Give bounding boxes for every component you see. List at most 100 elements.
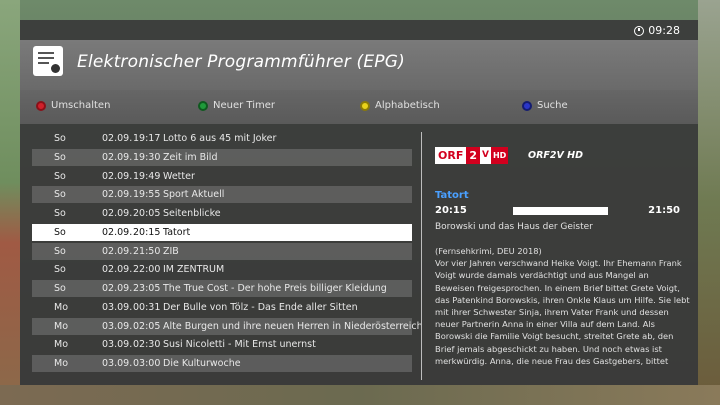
program-day: So — [54, 283, 66, 294]
green-key-label: Neuer Timer — [213, 100, 275, 111]
program-title: Seitenblicke — [163, 208, 221, 219]
program-day: Mo — [54, 320, 69, 332]
program-date: 02.09. — [102, 208, 133, 219]
background-bottom — [0, 385, 720, 405]
program-day: So — [54, 208, 66, 219]
program-day: Mo — [54, 339, 69, 351]
program-day: So — [54, 245, 66, 257]
program-subtitle: Borowski und das Haus der Geister — [435, 222, 593, 232]
yellow-button-icon — [360, 100, 370, 111]
program-time: 19:49 — [133, 170, 161, 182]
program-title: Zeit im Bild — [163, 151, 218, 163]
green-button-icon — [198, 100, 208, 111]
yellow-key-alphabetical[interactable]: Alphabetisch — [360, 100, 440, 111]
program-row[interactable]: So 02.09. 23:05 The True Cost - Der hohe Pr… — [32, 280, 412, 297]
program-date: 02.09. — [102, 189, 133, 201]
program-row-selected[interactable]: So 02.09. 20:15 Tatort — [32, 223, 412, 241]
program-title: Der Bulle von Tölz - Das Ende aller Sitt… — [163, 301, 358, 313]
program-date: 02.09. — [102, 245, 133, 257]
background-left — [0, 0, 20, 405]
program-end-time: 21:50 — [648, 205, 680, 216]
program-row[interactable]: So 02.09. 20:05 Seitenblicke — [32, 205, 412, 222]
yellow-key-label: Alphabetisch — [375, 100, 440, 111]
header: Elektronischer Programmführer (EPG) — [20, 40, 698, 90]
program-row[interactable]: Mo 03.09. 00:31 Der Bulle von Tölz - Das En… — [32, 299, 412, 316]
green-key-new-timer[interactable]: Neuer Timer — [198, 100, 275, 111]
program-day: So — [54, 189, 66, 201]
program-time: 19:55 — [133, 189, 161, 201]
program-time: 22:00 — [133, 264, 161, 276]
clock: 09:28 — [634, 24, 680, 37]
program-row[interactable]: So 02.09. 19:17 Lotto 6 aus 45 mit Joker — [32, 130, 412, 147]
clock-icon — [634, 25, 645, 36]
blue-key-label: Suche — [537, 100, 568, 111]
clock-time: 09:28 — [648, 24, 680, 37]
color-key-bar: Umschalten Neuer Timer Alphabetisch Such… — [20, 90, 698, 124]
logo-hd: HD — [490, 147, 509, 164]
program-row[interactable]: So 02.09. 21:50 ZIB — [32, 242, 412, 260]
page-title: Elektronischer Programmführer (EPG) — [77, 52, 405, 72]
program-date: 02.09. — [102, 283, 133, 294]
program-time: 02:05 — [133, 320, 161, 332]
program-row[interactable]: Mo 03.09. 03:00 Die Kulturwoche — [32, 355, 412, 372]
program-title: ZIB — [163, 245, 179, 257]
program-start-time: 20:15 — [435, 205, 467, 216]
program-day: So — [54, 133, 66, 144]
program-row[interactable]: Mo 03.09. 02:05 Alte Burgen und ihre neuen … — [32, 317, 423, 335]
program-title: Tatort — [163, 226, 191, 238]
program-time: 20:15 — [133, 226, 161, 238]
red-button-icon — [36, 100, 46, 111]
logo-number: 2 — [466, 147, 480, 164]
logo-orf: ORF — [435, 147, 467, 164]
program-row[interactable]: So 02.09. 19:55 Sport Aktuell — [32, 186, 412, 204]
program-title: Die Kulturwoche — [163, 358, 241, 369]
program-time: 03:00 — [133, 358, 161, 369]
program-date: 03.09. — [102, 301, 133, 313]
program-time: 23:05 — [133, 283, 161, 294]
program-day: So — [54, 151, 66, 163]
epg-icon — [33, 46, 63, 76]
channel-name: ORF2V HD — [528, 150, 583, 161]
program-day: So — [54, 226, 66, 238]
program-time: 00:31 — [133, 301, 161, 313]
program-date: 02.09. — [102, 133, 133, 144]
program-title: Alte Burgen und ihre neuen Herren in Nie… — [163, 320, 423, 332]
program-description: (Fernsehkrimi, DEU 2018) Vor vier Jahren… — [435, 246, 690, 366]
program-list: So 02.09. 19:17 Lotto 6 aus 45 mit Joker So 0… — [32, 130, 423, 374]
program-date: 03.09. — [102, 358, 133, 369]
program-title: IM ZENTRUM — [163, 264, 225, 276]
divider — [421, 132, 422, 380]
program-title: Susi Nicoletti - Mit Ernst unernst — [163, 339, 316, 351]
program-row[interactable]: Mo 03.09. 02:30 Susi Nicoletti - Mit Ernst … — [32, 336, 412, 353]
program-time: 20:05 — [133, 208, 161, 219]
epg-panel: 09:28 Elektronischer Programmführer (EPG… — [20, 20, 698, 385]
program-time: 19:17 — [133, 133, 161, 144]
program-date: 03.09. — [102, 339, 133, 351]
program-date: 02.09. — [102, 264, 133, 276]
red-key-switch[interactable]: Umschalten — [36, 100, 110, 111]
program-row[interactable]: So 02.09. 19:30 Zeit im Bild — [32, 148, 412, 166]
blue-key-search[interactable]: Suche — [522, 100, 568, 111]
red-key-label: Umschalten — [51, 100, 111, 111]
program-time: 21:50 — [133, 245, 161, 257]
program-title: Wetter — [163, 170, 195, 182]
program-time: 02:30 — [133, 339, 161, 351]
program-date: 03.09. — [102, 320, 133, 332]
program-title: Tatort — [435, 190, 469, 201]
logo-v: V — [480, 147, 491, 164]
progress-bar — [513, 207, 608, 215]
program-title: The True Cost - Der hohe Preis billiger … — [163, 283, 387, 294]
program-day: Mo — [54, 358, 69, 369]
program-title: Lotto 6 aus 45 mit Joker — [163, 133, 277, 144]
program-time: 19:30 — [133, 151, 161, 163]
program-row[interactable]: So 02.09. 22:00 IM ZENTRUM — [32, 261, 412, 278]
program-date: 02.09. — [102, 226, 133, 238]
program-row[interactable]: So 02.09. 19:49 Wetter — [32, 168, 412, 185]
blue-button-icon — [522, 100, 532, 111]
program-day: Mo — [54, 301, 69, 313]
background-right — [698, 0, 720, 405]
program-title: Sport Aktuell — [163, 189, 225, 201]
channel-logo: ORF 2 V HD — [435, 147, 509, 164]
program-day: So — [54, 264, 66, 276]
program-day: So — [54, 170, 66, 182]
